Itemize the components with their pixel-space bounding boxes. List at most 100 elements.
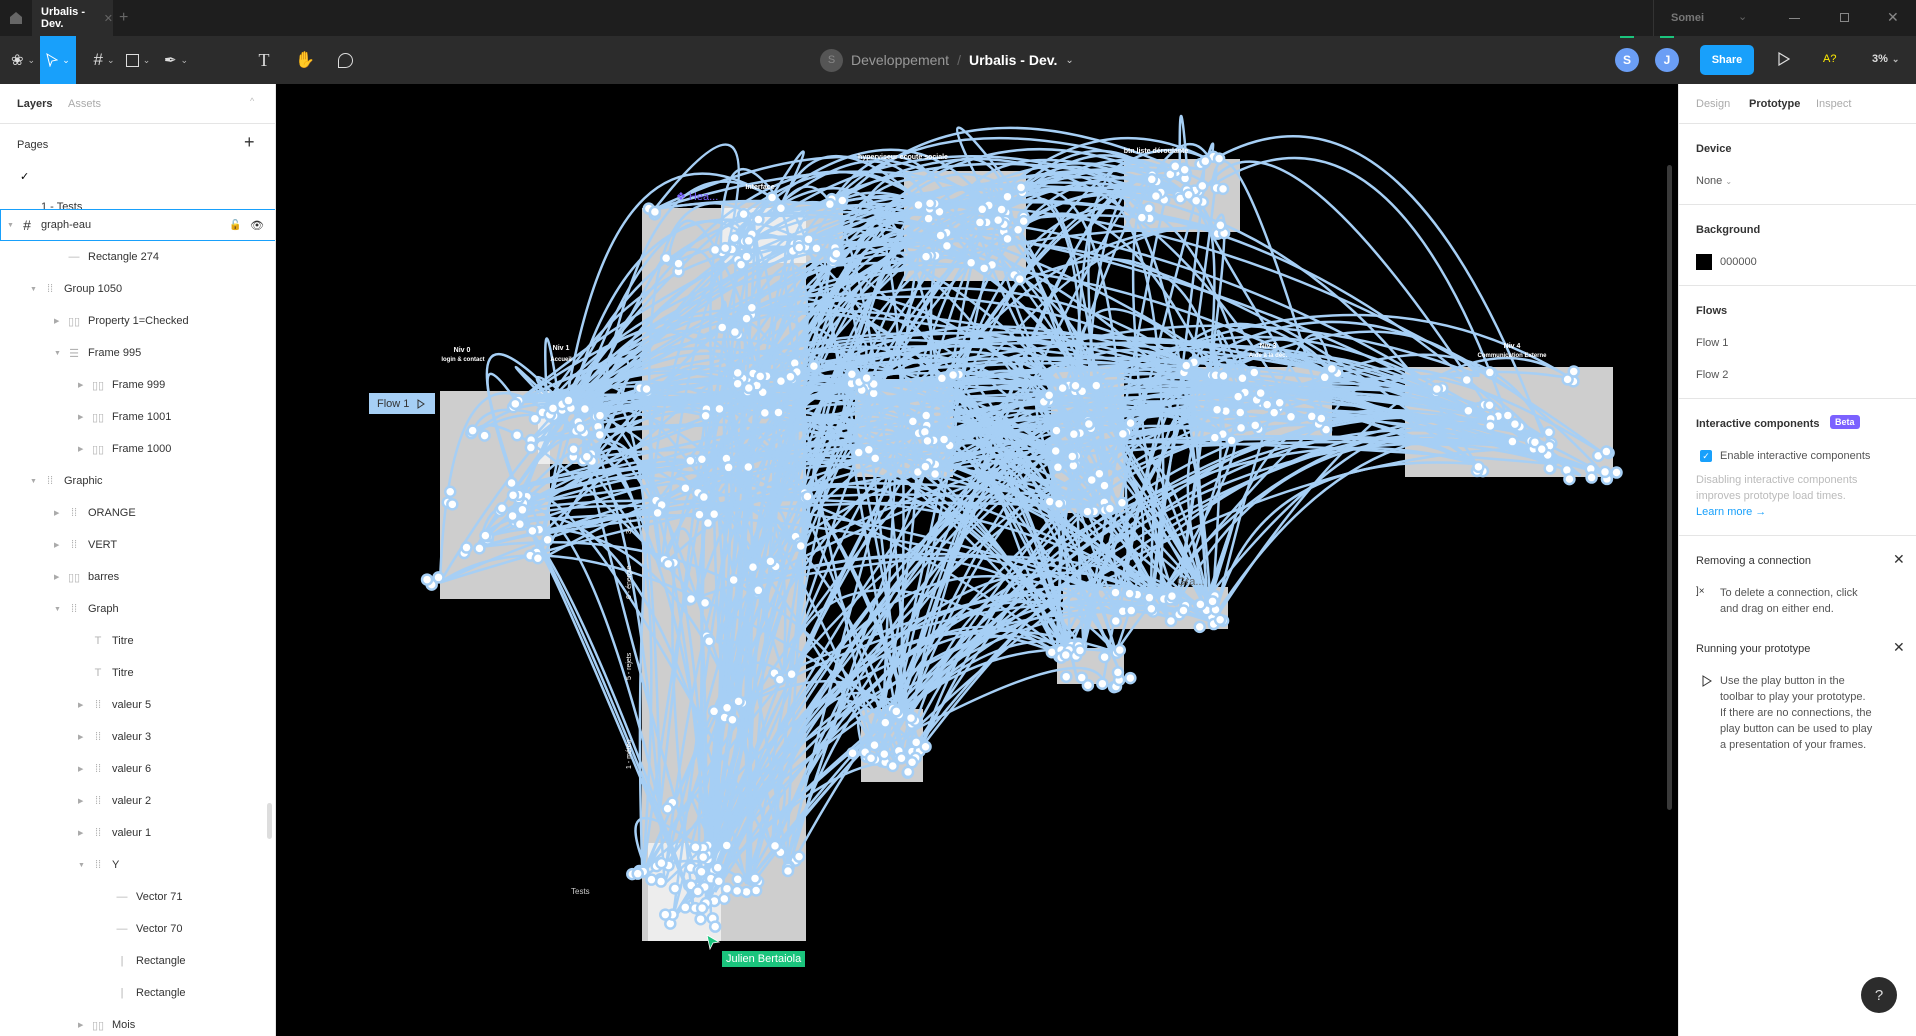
prototype-connections-graph[interactable] <box>276 84 1678 1036</box>
connection-node[interactable] <box>1081 505 1094 518</box>
connection-node[interactable] <box>1535 442 1548 456</box>
connection-node[interactable] <box>784 370 797 384</box>
connection-node[interactable] <box>1059 648 1073 662</box>
connection-node[interactable] <box>1542 426 1556 439</box>
accessibility-check-button[interactable]: A? <box>1823 53 1836 65</box>
connection-node[interactable] <box>672 257 685 270</box>
connection-node[interactable] <box>1501 409 1515 422</box>
connection-node[interactable] <box>1483 366 1497 379</box>
frame-label[interactable]: Tests <box>571 887 590 896</box>
connection-node[interactable] <box>1506 435 1519 448</box>
connection-node[interactable] <box>740 312 753 325</box>
collapse-pages-icon[interactable]: ^ <box>250 96 254 106</box>
lock-icon[interactable]: 🔓 <box>229 220 241 231</box>
connection-node[interactable] <box>742 460 755 474</box>
layer-row[interactable]: ▼ ⁞⁞ Y <box>0 849 275 881</box>
connection-node[interactable] <box>1189 194 1203 207</box>
connection-node[interactable] <box>460 541 473 554</box>
connection-node[interactable] <box>1483 398 1496 412</box>
connection-node[interactable] <box>1194 598 1207 611</box>
connection-node[interactable] <box>1225 434 1238 447</box>
connection-node[interactable] <box>904 711 918 725</box>
connection-node[interactable] <box>711 861 724 874</box>
frame-label[interactable]: hyperviseur ecoute sociale <box>858 154 948 161</box>
avatar[interactable]: S <box>1615 48 1639 72</box>
flow-item[interactable]: Flow 1 <box>1696 337 1728 349</box>
connection-node[interactable] <box>659 251 673 265</box>
team-avatar[interactable]: S <box>820 48 843 72</box>
connection-node[interactable] <box>689 841 702 854</box>
connection-node[interactable] <box>1600 445 1613 458</box>
layer-row[interactable]: — Vector 71 <box>0 881 275 913</box>
connection-node[interactable] <box>726 713 739 727</box>
connection-node[interactable] <box>1124 416 1137 430</box>
connection-node[interactable] <box>1267 406 1281 419</box>
connection-node[interactable] <box>1462 404 1475 417</box>
connection-node[interactable] <box>895 752 908 765</box>
layer-row[interactable]: ▼ # graph-eau 🔓 👁 <box>0 209 275 241</box>
connection-node[interactable] <box>722 461 735 474</box>
connection-node[interactable] <box>699 409 712 423</box>
text-tool-button[interactable]: T <box>252 36 276 84</box>
connection-node[interactable] <box>1056 381 1069 395</box>
connection-node[interactable] <box>1567 365 1580 378</box>
connection-node[interactable] <box>1234 406 1247 419</box>
caret-right-icon[interactable]: ▶ <box>78 413 83 421</box>
connection-node[interactable] <box>810 242 823 255</box>
present-button[interactable] <box>1778 51 1791 69</box>
connection-node[interactable] <box>1142 202 1156 215</box>
connection-node[interactable] <box>708 243 722 257</box>
caret-right-icon[interactable]: ▶ <box>78 701 83 709</box>
caret-right-icon[interactable]: ▶ <box>78 829 83 837</box>
connection-node[interactable] <box>765 191 779 204</box>
connection-node[interactable] <box>1098 479 1111 492</box>
connection-node[interactable] <box>1177 604 1190 617</box>
frame-label[interactable]: Niv 3 <box>1260 343 1277 350</box>
connection-node[interactable] <box>1042 389 1056 402</box>
connection-node[interactable] <box>696 850 710 864</box>
connection-node[interactable] <box>921 434 934 448</box>
connection-node[interactable] <box>679 481 692 495</box>
file-name[interactable]: Urbalis - Dev. <box>969 52 1057 68</box>
connection-node[interactable] <box>823 197 837 211</box>
connection-node[interactable] <box>1067 427 1081 441</box>
connection-node[interactable] <box>781 864 795 878</box>
connection-node[interactable] <box>731 366 744 380</box>
layer-row[interactable]: T Titre <box>0 657 275 689</box>
connection-node[interactable] <box>1049 444 1062 458</box>
layer-row[interactable]: ▶ ▯▯ barres <box>0 561 275 593</box>
connection-node[interactable] <box>730 884 744 898</box>
file-tab[interactable]: Urbalis - Dev. ✕ <box>32 0 113 36</box>
connection-node[interactable] <box>668 882 682 895</box>
connection-node[interactable] <box>479 529 492 542</box>
caret-right-icon[interactable]: ▶ <box>54 509 59 517</box>
connection-node[interactable] <box>432 571 445 584</box>
connection-node[interactable] <box>1050 424 1063 437</box>
connection-node[interactable] <box>1051 461 1065 474</box>
connection-node[interactable] <box>973 216 987 229</box>
connection-node[interactable] <box>631 867 644 880</box>
connection-node[interactable] <box>1111 666 1125 679</box>
connection-node[interactable] <box>801 490 814 503</box>
connection-node[interactable] <box>976 203 989 216</box>
connection-node[interactable] <box>727 573 740 587</box>
connection-node[interactable] <box>774 201 788 215</box>
eye-icon[interactable]: 👁 <box>250 219 264 232</box>
connection-node[interactable] <box>1199 154 1212 168</box>
connection-node[interactable] <box>890 705 903 718</box>
connection-node[interactable] <box>593 409 607 422</box>
layer-row[interactable]: — Rectangle 274 <box>0 241 275 273</box>
enable-interactive-label[interactable]: Enable interactive components <box>1720 450 1870 462</box>
connection-node[interactable] <box>1109 586 1122 599</box>
connection-node[interactable] <box>506 509 519 523</box>
shape-tool-button[interactable]: ⌄ <box>118 36 158 84</box>
connection-node[interactable] <box>807 359 821 373</box>
canvas[interactable]: hyperviseur ecoute sociale btn liste dér… <box>276 84 1678 1036</box>
connection-node[interactable] <box>977 262 991 275</box>
connection-node[interactable] <box>1180 359 1193 372</box>
layer-row[interactable]: ▶ ▯▯ Frame 999 <box>0 369 275 401</box>
connection-node[interactable] <box>753 370 767 383</box>
connection-node[interactable] <box>516 503 529 517</box>
connection-node[interactable] <box>1563 472 1576 486</box>
connection-node[interactable] <box>473 542 486 555</box>
